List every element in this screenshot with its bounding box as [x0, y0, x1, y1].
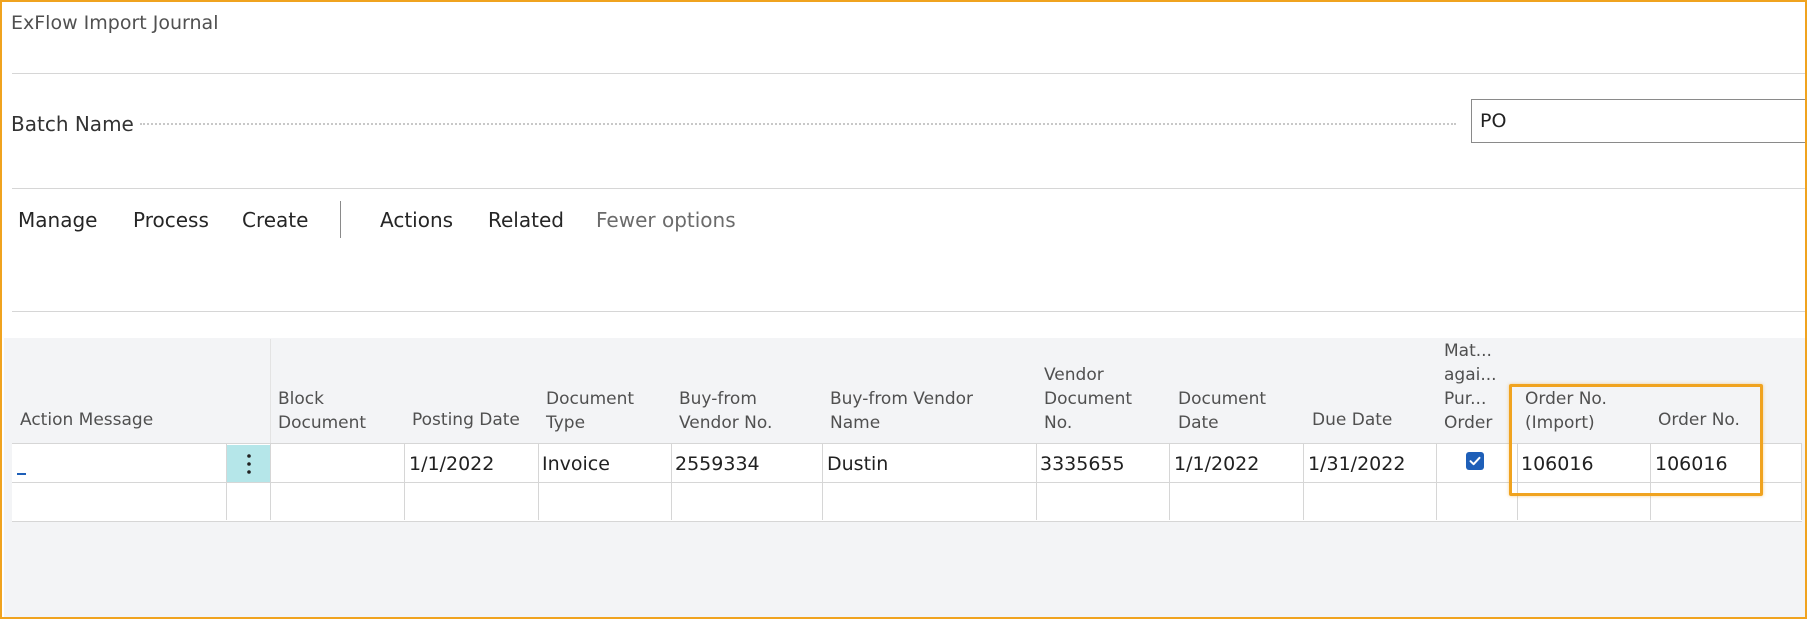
grid-line	[1436, 443, 1437, 520]
page-title: ExFlow Import Journal	[11, 12, 219, 34]
grid-line	[270, 443, 271, 520]
field-leader-dots	[140, 123, 1456, 125]
col-header-vendor-document-no[interactable]: Vendor Document No.	[1044, 363, 1132, 435]
grid-line	[404, 443, 405, 520]
grid-line	[1169, 443, 1170, 520]
checkmark-icon	[1469, 456, 1481, 466]
vendor-name-cell[interactable]: Dustin	[827, 453, 888, 475]
col-header-vendor-name[interactable]: Buy-from Vendor Name	[830, 387, 973, 435]
menu-actions[interactable]: Actions	[380, 208, 453, 232]
menu-create[interactable]: Create	[242, 208, 308, 232]
row-actions-button[interactable]	[227, 445, 270, 482]
journal-page: ExFlow Import Journal Batch Name Manage …	[0, 0, 1807, 619]
divider	[12, 188, 1805, 189]
header-divider	[270, 339, 271, 443]
posting-date-cell[interactable]: 1/1/2022	[409, 453, 494, 475]
document-date-cell[interactable]: 1/1/2022	[1174, 453, 1259, 475]
grid-line	[671, 443, 672, 520]
menu-process[interactable]: Process	[133, 208, 209, 232]
vendor-no-cell[interactable]: 2559334	[675, 453, 760, 475]
grid-line	[1036, 443, 1037, 520]
action-message-cell[interactable]	[17, 473, 26, 475]
menu-manage[interactable]: Manage	[18, 208, 97, 232]
col-header-action-message[interactable]: Action Message	[20, 408, 153, 432]
batch-name-label: Batch Name	[11, 112, 134, 136]
document-type-cell[interactable]: Invoice	[542, 453, 610, 475]
grid-line	[538, 443, 539, 520]
highlight-box	[1509, 384, 1763, 496]
col-header-vendor-no[interactable]: Buy-from Vendor No.	[679, 387, 772, 435]
col-header-posting-date[interactable]: Posting Date	[412, 408, 520, 432]
grid-line	[1303, 443, 1304, 520]
divider	[12, 73, 1805, 74]
matched-against-po-checkbox[interactable]	[1466, 452, 1484, 470]
col-header-due-date[interactable]: Due Date	[1312, 408, 1392, 432]
col-header-document-type[interactable]: Document Type	[546, 387, 634, 435]
batch-name-input[interactable]	[1471, 99, 1805, 143]
divider	[12, 311, 1805, 312]
menu-divider	[340, 201, 341, 238]
grid-line	[1801, 443, 1802, 520]
menu-related[interactable]: Related	[488, 208, 564, 232]
col-header-matched-against-po[interactable]: Mat... agai... Pur... Order	[1444, 339, 1497, 435]
due-date-cell[interactable]: 1/31/2022	[1308, 453, 1405, 475]
col-header-document-date[interactable]: Document Date	[1178, 387, 1266, 435]
menu-fewer-options[interactable]: Fewer options	[596, 208, 736, 232]
vendor-document-no-cell[interactable]: 3335655	[1040, 453, 1125, 475]
vertical-ellipsis-icon	[246, 453, 251, 474]
grid-line	[822, 443, 823, 520]
col-header-block-document[interactable]: Block Document	[278, 387, 366, 435]
